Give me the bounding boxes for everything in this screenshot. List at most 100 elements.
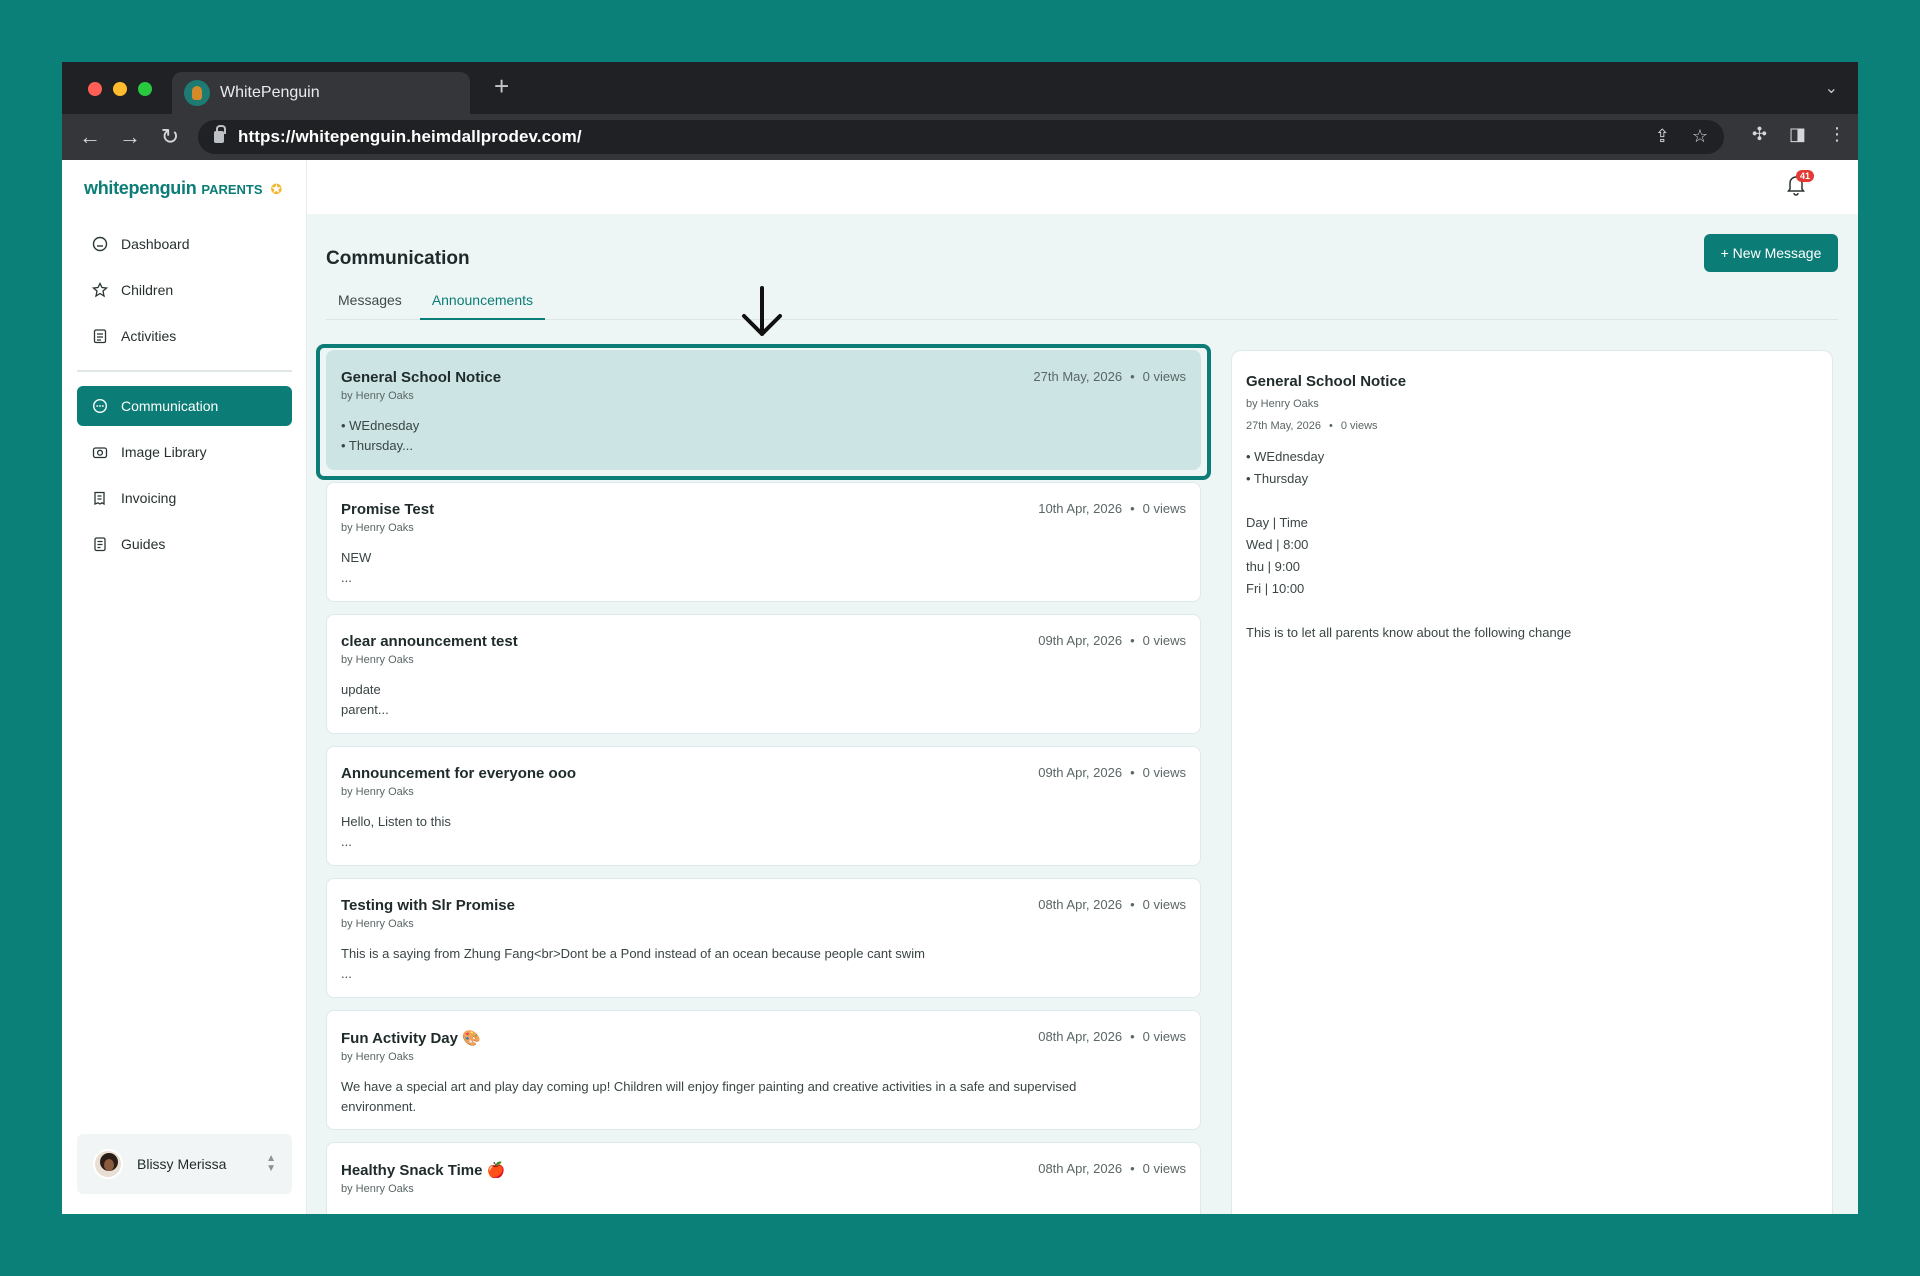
dashboard-icon bbox=[91, 235, 109, 253]
close-window-button[interactable] bbox=[88, 82, 102, 96]
activities-icon bbox=[91, 327, 109, 345]
detail-meta: 27th May, 2026 • 0 views bbox=[1246, 420, 1378, 432]
logo[interactable]: whitepenguin PARENTS ✪ bbox=[84, 178, 282, 199]
user-switcher[interactable]: Blissy Merissa ▲ ▼ bbox=[77, 1134, 292, 1194]
excerpt-line: NEW bbox=[341, 550, 372, 565]
chat-icon bbox=[91, 397, 109, 415]
announcement-card[interactable]: Promise Test by Henry Oaks NEW ... 10th … bbox=[326, 482, 1201, 602]
announcement-card[interactable]: Healthy Snack Time 🍎 by Henry Oaks 08th … bbox=[326, 1142, 1201, 1214]
guides-icon bbox=[91, 535, 109, 553]
announcement-views: 0 views bbox=[1142, 897, 1186, 912]
schedule-line: Fri | 10:00 bbox=[1246, 581, 1305, 596]
announcement-excerpt: We have a special art and play day comin… bbox=[341, 1077, 1186, 1117]
sidebar-item-label: Image Library bbox=[121, 444, 207, 460]
announcement-meta: 09th Apr, 2026 • 0 views bbox=[1038, 633, 1186, 648]
logo-text: whitepenguin bbox=[84, 178, 197, 198]
camera-icon bbox=[91, 443, 109, 461]
sidebar-item-image-library[interactable]: Image Library bbox=[77, 432, 292, 472]
announcement-meta: 08th Apr, 2026 • 0 views bbox=[1038, 1029, 1186, 1044]
browser-menu-icon[interactable]: ⋮ bbox=[1828, 124, 1846, 145]
excerpt-line: parent... bbox=[341, 702, 389, 717]
announcement-author: by Henry Oaks bbox=[341, 1183, 414, 1195]
app-topbar: 41 bbox=[307, 160, 1858, 214]
side-panel-icon[interactable]: ◨ bbox=[1789, 124, 1806, 145]
announcement-views: 0 views bbox=[1142, 1161, 1186, 1176]
sidebar-item-activities[interactable]: Activities bbox=[77, 316, 292, 356]
announcement-meta: 09th Apr, 2026 • 0 views bbox=[1038, 765, 1186, 780]
sidebar-item-dashboard[interactable]: Dashboard bbox=[77, 224, 292, 264]
lock-icon bbox=[214, 125, 226, 143]
browser-toolbar: ← → ↻ https://whitepenguin.heimdallprode… bbox=[62, 114, 1858, 160]
maximize-window-button[interactable] bbox=[138, 82, 152, 96]
excerpt-line: • Thursday... bbox=[341, 438, 413, 453]
sidebar-divider bbox=[77, 370, 292, 372]
back-arrow-icon[interactable]: ← bbox=[70, 124, 110, 150]
browser-tabbar: WhitePenguin + ⌄ bbox=[62, 62, 1858, 114]
notification-badge: 41 bbox=[1795, 170, 1814, 182]
detail-bullets: • WEdnesday • Thursday bbox=[1246, 446, 1818, 490]
announcement-excerpt: • WEdnesday • Thursday... bbox=[341, 416, 1186, 456]
window-controls bbox=[88, 82, 152, 96]
announcement-author: by Henry Oaks bbox=[341, 390, 414, 402]
announcement-card[interactable]: Testing with Slr Promise by Henry Oaks T… bbox=[326, 878, 1201, 998]
announcement-meta: 27th May, 2026 • 0 views bbox=[1033, 369, 1186, 384]
schedule-line: Day | Time bbox=[1246, 515, 1308, 530]
url-text: https://whitepenguin.heimdallprodev.com/ bbox=[238, 127, 582, 146]
new-tab-button[interactable]: + bbox=[494, 72, 509, 100]
sidebar-nav: Dashboard Children Activities Communicat… bbox=[77, 224, 292, 570]
main-content: 41 Communication + New Message Messages … bbox=[307, 160, 1858, 1214]
forward-arrow-icon[interactable]: → bbox=[110, 124, 150, 150]
sidebar-item-invoicing[interactable]: Invoicing bbox=[77, 478, 292, 518]
announcement-views: 0 views bbox=[1142, 633, 1186, 648]
sidebar-item-label: Children bbox=[121, 282, 174, 298]
schedule-line: thu | 9:00 bbox=[1246, 559, 1300, 574]
detail-note-text: This is to let all parents know about th… bbox=[1246, 625, 1572, 640]
app: whitepenguin PARENTS ✪ Dashboard Childre… bbox=[62, 160, 1858, 1214]
tab-messages[interactable]: Messages bbox=[326, 290, 414, 320]
excerpt-line: • WEdnesday bbox=[341, 418, 420, 433]
announcement-excerpt: This is a saying from Zhung Fang<br>Dont… bbox=[341, 944, 1186, 984]
announcement-meta: 08th Apr, 2026 • 0 views bbox=[1038, 1161, 1186, 1176]
communication-tabs: Messages Announcements bbox=[326, 290, 1838, 320]
sidebar-item-label: Guides bbox=[121, 536, 166, 552]
extensions-puzzle-icon[interactable]: ✣ bbox=[1752, 124, 1767, 145]
new-message-button[interactable]: + New Message bbox=[1704, 234, 1838, 272]
sidebar-item-label: Activities bbox=[121, 328, 177, 344]
announcement-excerpt: Hello, Listen to this ... bbox=[341, 812, 1186, 852]
share-icon[interactable]: ⇪ bbox=[1655, 126, 1670, 147]
sidebar-item-children[interactable]: Children bbox=[77, 270, 292, 310]
minimize-window-button[interactable] bbox=[113, 82, 127, 96]
chevron-updown-icon: ▲ ▼ bbox=[266, 1153, 276, 1174]
announcement-excerpt: update parent... bbox=[341, 680, 1186, 720]
detail-title: General School Notice bbox=[1246, 373, 1407, 390]
announcement-excerpt: NEW ... bbox=[341, 548, 1186, 588]
tab-announcements[interactable]: Announcements bbox=[419, 290, 545, 320]
tab-search-chevron-icon[interactable]: ⌄ bbox=[1825, 78, 1838, 98]
sidebar-item-label: Invoicing bbox=[121, 490, 177, 506]
logo-subtitle: PARENTS bbox=[201, 182, 263, 197]
sidebar-item-guides[interactable]: Guides bbox=[77, 524, 292, 564]
detail-bullet: • WEdnesday bbox=[1246, 449, 1325, 464]
reload-icon[interactable]: ↻ bbox=[150, 124, 190, 150]
announcement-views: 0 views bbox=[1142, 765, 1186, 780]
user-name: Blissy Merissa bbox=[137, 1156, 227, 1172]
bookmark-star-icon[interactable]: ☆ bbox=[1692, 126, 1708, 147]
sidebar-item-communication[interactable]: Communication bbox=[77, 386, 292, 426]
excerpt-line: environment. bbox=[341, 1099, 417, 1114]
announcement-card[interactable]: Announcement for everyone ooo by Henry O… bbox=[326, 746, 1201, 866]
announcement-card[interactable]: clear announcement test by Henry Oaks up… bbox=[326, 614, 1201, 734]
down-arrow-annotation-icon bbox=[742, 286, 782, 336]
announcement-list: General School Notice by Henry Oaks • WE… bbox=[326, 350, 1201, 1214]
address-bar[interactable]: https://whitepenguin.heimdallprodev.com/… bbox=[198, 120, 1724, 154]
announcement-card[interactable]: General School Notice by Henry Oaks • WE… bbox=[326, 350, 1201, 470]
announcement-date: 09th Apr, 2026 bbox=[1038, 765, 1123, 780]
announcement-views: 0 views bbox=[1142, 1029, 1186, 1044]
browser-tab[interactable]: WhitePenguin bbox=[172, 72, 470, 114]
penguin-favicon-icon bbox=[184, 80, 210, 106]
avatar bbox=[93, 1149, 123, 1179]
detail-author: by Henry Oaks bbox=[1246, 398, 1319, 410]
announcement-card[interactable]: Fun Activity Day 🎨 by Henry Oaks We have… bbox=[326, 1010, 1201, 1130]
announcement-views: 0 views bbox=[1142, 369, 1186, 384]
excerpt-line: We have a special art and play day comin… bbox=[341, 1079, 1077, 1094]
page-title: Communication bbox=[326, 248, 470, 269]
